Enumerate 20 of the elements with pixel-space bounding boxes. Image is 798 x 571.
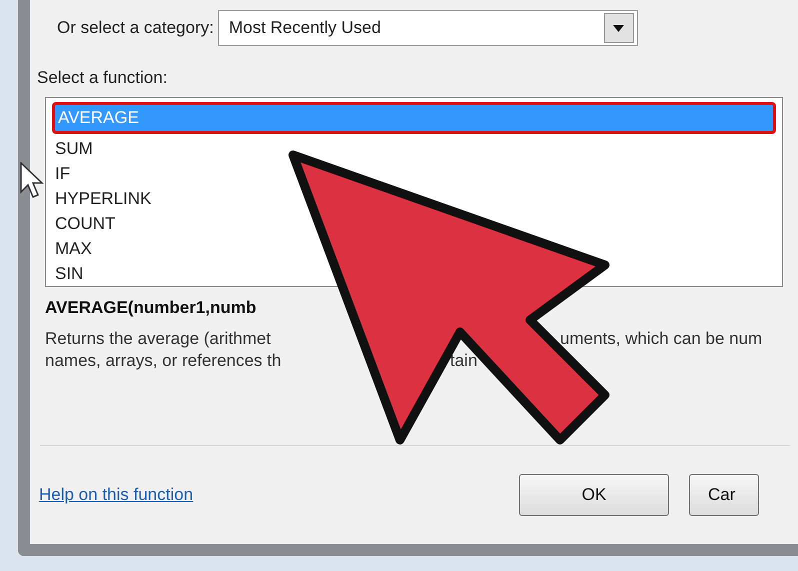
list-item[interactable]: IF bbox=[52, 160, 776, 186]
mouse-cursor-icon bbox=[20, 162, 44, 200]
list-item[interactable]: HYPERLINK bbox=[52, 186, 776, 210]
dropdown-button[interactable] bbox=[604, 13, 634, 43]
list-item[interactable]: MAX bbox=[52, 236, 776, 260]
function-label: Select a function: bbox=[36, 67, 168, 89]
caret-icon bbox=[613, 24, 624, 32]
list-item[interactable]: SUM bbox=[52, 136, 776, 160]
help-link[interactable]: Help on this function bbox=[39, 482, 519, 508]
description-text: names, arrays, or references th bbox=[45, 351, 282, 370]
description-text: uments, which can be num bbox=[560, 328, 762, 350]
ok-button[interactable]: OK bbox=[519, 474, 669, 516]
category-dropdown[interactable]: Most Recently Used bbox=[218, 10, 638, 46]
list-item[interactable]: SIN bbox=[52, 260, 776, 286]
function-signature: AVERAGE(number1,numb bbox=[44, 296, 256, 318]
dialog-button[interactable]: Car bbox=[689, 474, 759, 516]
description-text: Returns the average (arithmet bbox=[45, 329, 271, 348]
list-item[interactable]: COUNT bbox=[52, 210, 776, 236]
description-text: tain bbox=[450, 350, 478, 372]
category-label: Or select a category: bbox=[57, 17, 214, 40]
